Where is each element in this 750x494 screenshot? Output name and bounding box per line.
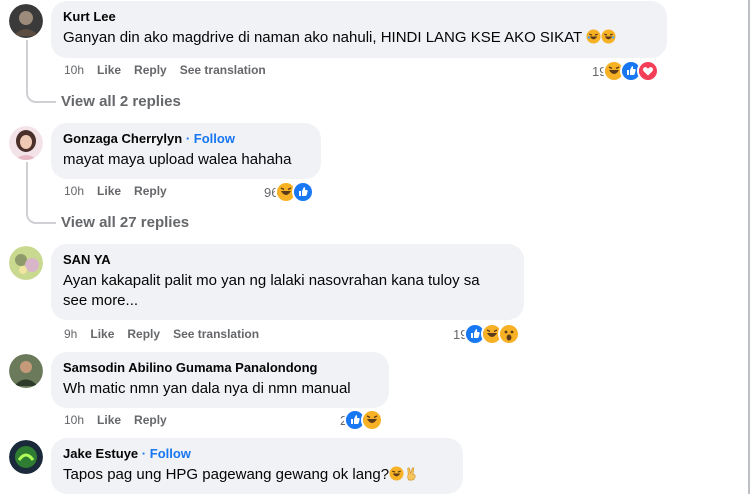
comment-actions: 10h Like Reply See translation (64, 63, 279, 77)
comment-bubble: Gonzaga Cherrylyn · Follow mayat maya up… (51, 123, 321, 179)
reply-button[interactable]: Reply (134, 63, 167, 77)
comment-actions: 9h Like Reply See translation (64, 327, 272, 341)
comment-text: Wh matic nmn yan dala nya di nmn manual (63, 380, 351, 397)
laughing-emoji-icon (586, 29, 601, 44)
comment-text: mayat maya upload walea hahaha (63, 151, 292, 168)
replies-connector (26, 162, 56, 224)
comment-text: Ganyan din ako magdrive di naman ako nah… (63, 28, 655, 48)
comment-actions: 10h Like Reply (64, 413, 180, 427)
comment-author[interactable]: Jake Estuye (63, 446, 138, 461)
comment-author[interactable]: Samsodin Abilino Gumama Panalondong (63, 359, 377, 376)
avatar[interactable] (9, 4, 43, 38)
see-more-link[interactable]: see more... (63, 292, 138, 309)
see-translation-link[interactable]: See translation (180, 63, 266, 77)
reply-button[interactable]: Reply (127, 327, 160, 341)
comment-time[interactable]: 10h (64, 184, 84, 198)
reaction-summary[interactable]: 96 (264, 181, 315, 203)
laughing-emoji-icon (389, 466, 404, 481)
like-button[interactable]: Like (97, 184, 121, 198)
like-icon (292, 181, 315, 203)
comment-actions: 10h Like Reply (64, 184, 180, 198)
comment-bubble: SAN YA Ayan kakapalit palit mo yan ng la… (51, 244, 524, 320)
reaction-summary[interactable]: 19 (453, 323, 521, 345)
comment-bubble: Samsodin Abilino Gumama Panalondong Wh m… (51, 352, 389, 408)
avatar[interactable] (9, 440, 43, 474)
reply-button[interactable]: Reply (134, 184, 167, 198)
follow-button[interactable]: Follow (150, 446, 191, 461)
avatar[interactable] (9, 246, 43, 280)
haha-icon (361, 409, 384, 431)
comment-text: Ayan kakapalit palit mo yan ng lalaki na… (63, 272, 480, 309)
comment-author[interactable]: SAN YA (63, 251, 512, 268)
avatar[interactable] (9, 354, 43, 388)
like-button[interactable]: Like (90, 327, 114, 341)
avatar[interactable] (9, 126, 43, 160)
view-replies-link[interactable]: View all 27 replies (61, 214, 189, 231)
comment-author[interactable]: Gonzaga Cherrylyn (63, 131, 182, 146)
comment-text: Tapos pag ung HPG pagewang gewang ok lan… (63, 465, 451, 485)
victory-hand-icon (404, 466, 419, 481)
wow-icon (498, 323, 521, 345)
reaction-summary[interactable]: 2 (340, 409, 384, 431)
comment-bubble: Kurt Lee Ganyan din ako magdrive di nama… (51, 1, 667, 58)
laughing-emoji-icon (601, 29, 616, 44)
reply-button[interactable]: Reply (134, 413, 167, 427)
follow-button[interactable]: Follow (194, 131, 235, 146)
like-button[interactable]: Like (97, 413, 121, 427)
separator-dot: · (141, 446, 147, 461)
love-icon (637, 60, 660, 82)
comment-bubble: Jake Estuye · Follow Tapos pag ung HPG p… (51, 438, 463, 494)
comments-panel: Kurt Lee Ganyan din ako magdrive di nama… (0, 0, 750, 494)
like-button[interactable]: Like (97, 63, 121, 77)
comment-time[interactable]: 9h (64, 327, 77, 341)
comment-time[interactable]: 10h (64, 63, 84, 77)
comment-author[interactable]: Kurt Lee (63, 8, 655, 25)
reaction-summary[interactable]: 19 (592, 60, 660, 82)
separator-dot: · (185, 131, 191, 146)
replies-connector (26, 40, 56, 103)
comment-time[interactable]: 10h (64, 413, 84, 427)
see-translation-link[interactable]: See translation (173, 327, 259, 341)
view-replies-link[interactable]: View all 2 replies (61, 93, 181, 110)
